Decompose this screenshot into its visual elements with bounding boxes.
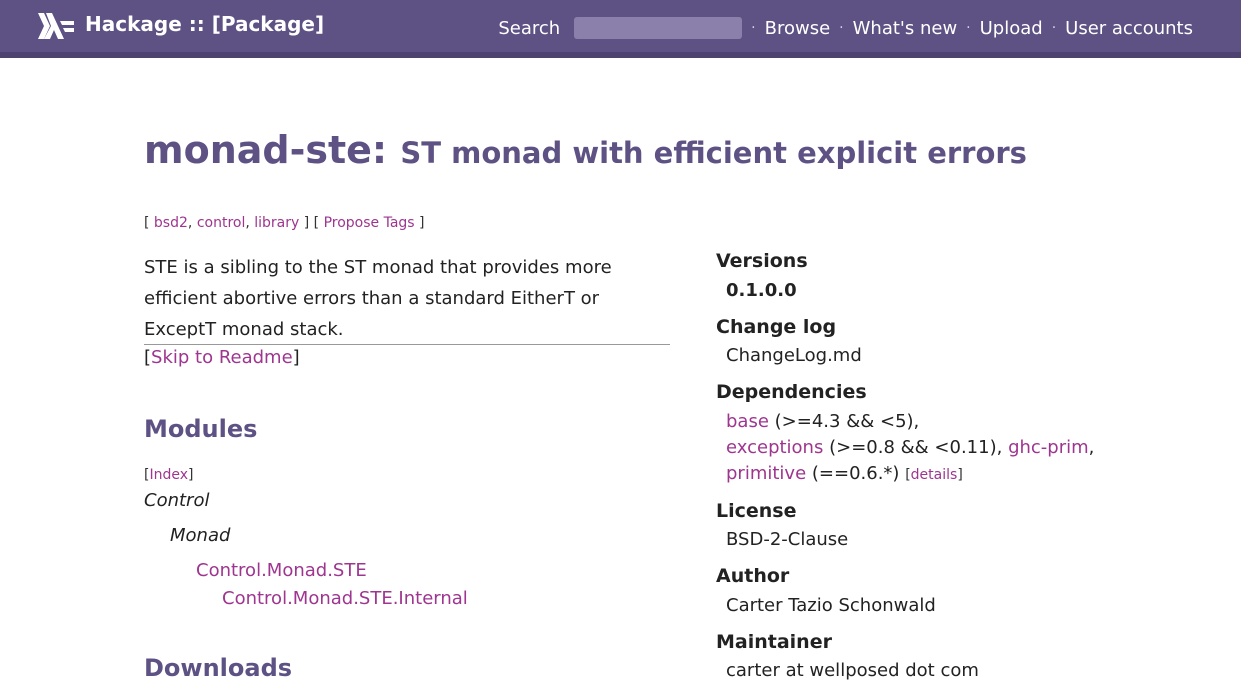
- haskell-logo-icon[interactable]: [38, 13, 74, 39]
- tag-link-bsd2[interactable]: bsd2: [154, 215, 188, 231]
- maintainer-value: carter at wellposed dot com: [726, 660, 979, 681]
- module-index-link[interactable]: Index: [149, 467, 188, 483]
- nav-whats-new-link[interactable]: What's new: [853, 18, 958, 39]
- maintainer-label: Maintainer: [716, 631, 832, 653]
- search-label: Search: [498, 17, 561, 39]
- site-header: Hackage :: [Package] Search · Browse · W…: [0, 0, 1241, 58]
- nav-separator: ·: [839, 20, 844, 36]
- dep-exceptions-link[interactable]: exceptions: [726, 437, 823, 458]
- versions-label: Versions: [716, 250, 808, 272]
- dep-primitive-range: (==0.6.*): [811, 463, 900, 484]
- nav-user-accounts-link[interactable]: User accounts: [1065, 18, 1193, 39]
- skip-readme: [Skip to Readme]: [144, 347, 300, 368]
- module-index: [Index]: [144, 467, 194, 483]
- dep-ghc-prim-link[interactable]: ghc-prim: [1008, 437, 1089, 458]
- module-link-control-monad-ste[interactable]: Control.Monad.STE: [196, 560, 367, 581]
- dependency-line-3: primitive (==0.6.*) [details]: [726, 463, 963, 484]
- downloads-heading: Downloads: [144, 654, 293, 682]
- dep-primitive-link[interactable]: primitive: [726, 463, 806, 484]
- dep-exceptions-range: (>=0.8 && <0.11),: [829, 437, 1003, 458]
- nav-separator: ·: [751, 20, 756, 36]
- license-link[interactable]: BSD-2-Clause: [726, 529, 848, 550]
- nav-browse-link[interactable]: Browse: [765, 18, 831, 39]
- dep-details-link[interactable]: details: [911, 467, 958, 483]
- modules-heading: Modules: [144, 415, 258, 443]
- propose-tags-link[interactable]: Propose Tags: [324, 215, 415, 231]
- tag-link-library[interactable]: library: [254, 215, 299, 231]
- changelog-label: Change log: [716, 316, 837, 338]
- module-link-control-monad-ste-internal[interactable]: Control.Monad.STE.Internal: [222, 588, 468, 609]
- dependency-line-2: exceptions (>=0.8 && <0.11), ghc-prim,: [726, 437, 1094, 458]
- site-title[interactable]: Hackage :: [Package]: [85, 12, 324, 36]
- author-label: Author: [716, 565, 790, 587]
- top-nav: Search · Browse · What's new · Upload · …: [498, 15, 1193, 41]
- module-category-control: Control: [144, 490, 210, 511]
- search-input[interactable]: [574, 17, 743, 39]
- page-title: monad-ste: ST monad with efficient expli…: [144, 128, 1027, 172]
- module-category-monad: Monad: [170, 525, 231, 546]
- changelog-link[interactable]: ChangeLog.md: [726, 345, 862, 366]
- package-description: STE is a sibling to the ST monad that pr…: [144, 252, 670, 345]
- tag-link-control[interactable]: control: [197, 215, 246, 231]
- license-label: License: [716, 500, 797, 522]
- versions-value: 0.1.0.0: [726, 280, 797, 301]
- author-value: Carter Tazio Schonwald: [726, 595, 936, 616]
- dep-comma: ,: [1088, 437, 1095, 458]
- dep-base-link[interactable]: base: [726, 411, 769, 432]
- nav-upload-link[interactable]: Upload: [980, 18, 1043, 39]
- skip-to-readme-link[interactable]: Skip to Readme: [151, 347, 293, 368]
- nav-separator: ·: [1051, 20, 1057, 36]
- package-synopsis: ST monad with efficient explicit errors: [400, 136, 1027, 170]
- dependencies-label: Dependencies: [716, 381, 867, 403]
- dependency-line-1: base (>=4.3 && <5),: [726, 411, 919, 432]
- dep-base-range: (>=4.3 && <5),: [774, 411, 920, 432]
- nav-separator: ·: [966, 20, 971, 36]
- package-name: monad-ste:: [144, 128, 388, 172]
- tag-list: [ bsd2, control, library ] [ Propose Tag…: [144, 215, 425, 231]
